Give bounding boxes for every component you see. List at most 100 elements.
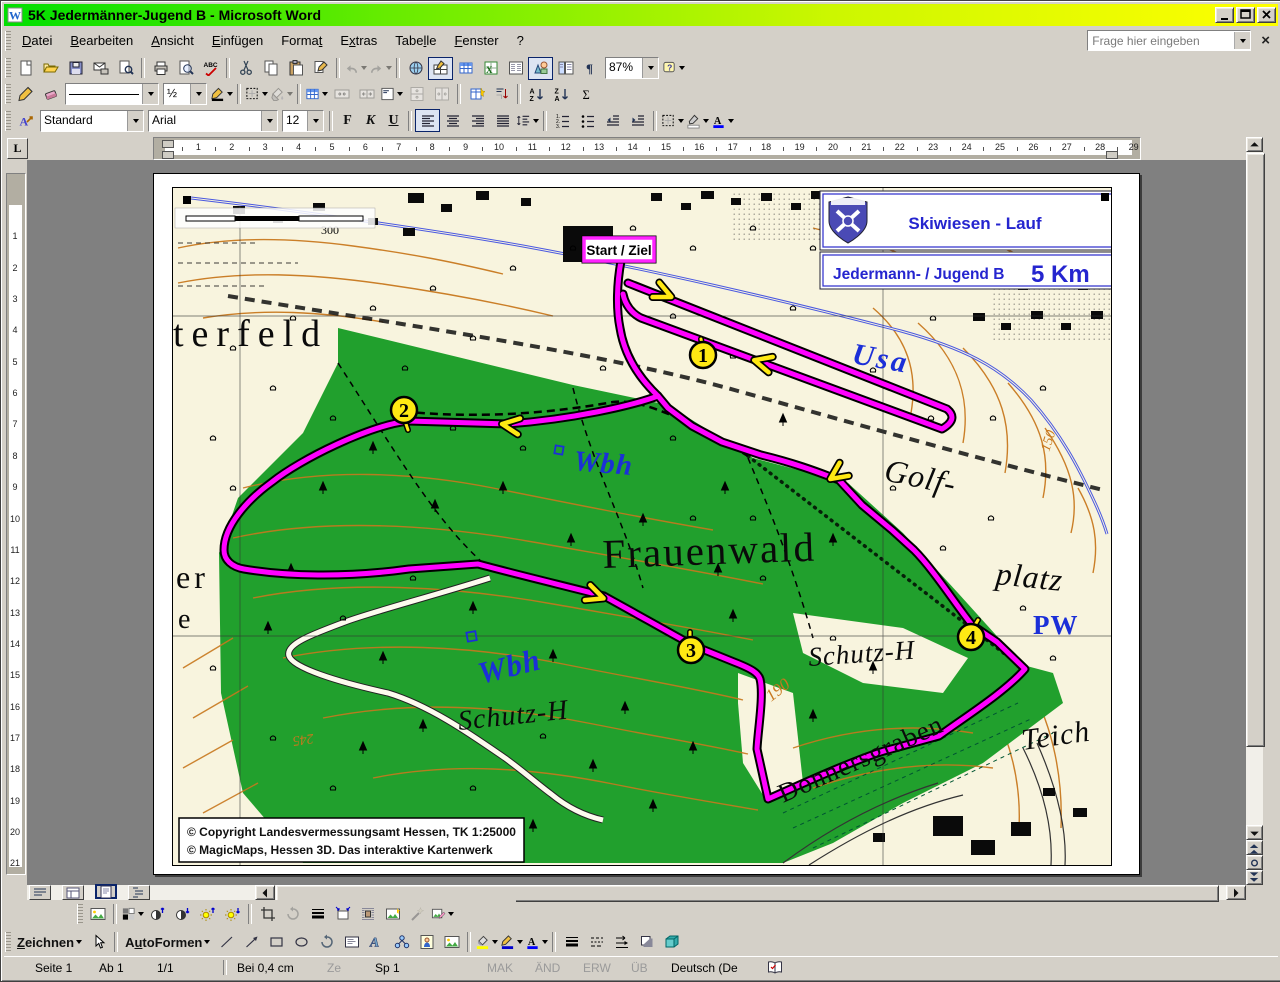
chevron-down-icon[interactable] [307, 111, 323, 131]
redo-button[interactable] [368, 57, 393, 80]
styles-and-formatting-button[interactable]: A [13, 109, 38, 132]
selection-handle[interactable] [1101, 193, 1109, 201]
status-deutschde[interactable]: Deutsch (De [666, 959, 762, 976]
vertical-scrollbar[interactable] [1246, 137, 1263, 885]
style[interactable]: Standard [40, 110, 144, 132]
new-document-button[interactable] [13, 57, 38, 80]
print-button[interactable] [148, 57, 173, 80]
select-browse-object-icon[interactable] [1246, 855, 1263, 870]
menu-format[interactable]: Format [272, 29, 331, 52]
horizontal-scroll-track[interactable] [275, 885, 1226, 900]
toolbar-grip[interactable] [77, 904, 83, 924]
increase-indent-button[interactable] [625, 109, 650, 132]
tables-and-borders-button[interactable] [428, 57, 453, 80]
line-button[interactable] [214, 931, 239, 954]
distribute-rows-button[interactable] [404, 83, 429, 106]
status-seite1[interactable]: Seite 1 [30, 959, 94, 976]
paste-button[interactable] [283, 57, 308, 80]
outline-view-button[interactable] [128, 885, 150, 900]
arrow-style-button[interactable] [609, 931, 634, 954]
status-mak[interactable]: MAK [482, 959, 530, 976]
insert-clip-art-button[interactable] [414, 931, 439, 954]
border-color-button[interactable] [209, 83, 234, 106]
font-color-button[interactable]: A [524, 931, 549, 954]
status-bei04cm[interactable]: Bei 0,4 cm [232, 959, 322, 976]
select-objects-button[interactable] [86, 931, 111, 954]
less-contrast-button[interactable] [170, 903, 195, 926]
scroll-left-icon[interactable] [255, 885, 275, 900]
toolbar-grip[interactable] [5, 111, 11, 131]
email-button[interactable] [88, 57, 113, 80]
cell-alignment-button[interactable] [379, 83, 404, 106]
status-änd[interactable]: ÄND [530, 959, 578, 976]
spelling-button[interactable]: ABC [198, 57, 223, 80]
close-icon[interactable]: × [1257, 32, 1274, 49]
toolbar-grip[interactable] [5, 84, 11, 104]
set-transparent-color-button[interactable] [405, 903, 430, 926]
numbering-button[interactable]: 1.2.3. [550, 109, 575, 132]
vertical-scroll-thumb[interactable] [1246, 153, 1265, 747]
decrease-indent-button[interactable] [600, 109, 625, 132]
status-ze[interactable]: Ze [322, 959, 370, 976]
italic-button[interactable]: K [359, 110, 382, 132]
toolbar-grip[interactable] [5, 58, 11, 78]
copy-button[interactable] [258, 57, 283, 80]
vertical-ruler[interactable]: 123456789101112131415161718192021 [6, 173, 26, 875]
chevron-down-icon[interactable] [190, 84, 206, 104]
image-control-button[interactable] [120, 903, 145, 926]
scroll-up-icon[interactable] [1246, 137, 1263, 152]
help-button[interactable]: ? [661, 57, 686, 80]
next-page-icon[interactable] [1246, 870, 1263, 885]
sort-descending-button[interactable]: ZA [549, 83, 574, 106]
zeichnen-menu-button[interactable]: Zeichnen [13, 931, 86, 953]
insert-hyperlink-button[interactable] [403, 57, 428, 80]
font-color-button[interactable]: A [710, 109, 735, 132]
cut-button[interactable] [233, 57, 258, 80]
vertical-scroll-track[interactable] [1246, 152, 1263, 825]
web-layout-view-button[interactable] [62, 885, 84, 900]
insert-excel-sheet-button[interactable]: X [478, 57, 503, 80]
menu-bearbeiten[interactable]: Bearbeiten [61, 29, 142, 52]
title-bar[interactable]: W 5K Jedermänner-Jugend B - Microsoft Wo… [4, 4, 1278, 26]
line-style-button[interactable] [559, 931, 584, 954]
status-ab1[interactable]: Ab 1 [94, 959, 152, 976]
minimize-button[interactable] [1215, 7, 1234, 23]
save-button[interactable] [63, 57, 88, 80]
text-wrapping-button[interactable] [355, 903, 380, 926]
hanging-indent-marker[interactable] [162, 151, 174, 159]
menu-tabelle[interactable]: Tabelle [386, 29, 445, 52]
autosum-button[interactable]: Σ [574, 83, 599, 106]
arrow-button[interactable] [239, 931, 264, 954]
menu-einfgen[interactable]: Einfügen [203, 29, 272, 52]
align-right-button[interactable] [465, 109, 490, 132]
rectangle-button[interactable] [264, 931, 289, 954]
sort-ascending-button[interactable]: AZ [524, 83, 549, 106]
outside-border-button[interactable] [660, 109, 685, 132]
underline-button[interactable]: U [382, 110, 405, 132]
zoom-level[interactable]: 87% [605, 57, 659, 79]
status-sp1[interactable]: Sp 1 [370, 959, 442, 976]
maximize-button[interactable] [1236, 7, 1255, 23]
menu-ansicht[interactable]: Ansicht [142, 29, 203, 52]
normal-view-button[interactable] [29, 885, 51, 900]
draw-table-button[interactable] [13, 83, 38, 106]
print-layout-view-button[interactable] [95, 884, 117, 899]
document-map-button[interactable] [553, 57, 578, 80]
less-brightness-button[interactable] [220, 903, 245, 926]
eraser-button[interactable] [38, 83, 63, 106]
line-spacing-button[interactable] [515, 109, 540, 132]
chevron-down-icon[interactable] [142, 84, 158, 104]
merge-cells-button[interactable] [329, 83, 354, 106]
more-contrast-button[interactable] [145, 903, 170, 926]
close-button[interactable] [1257, 7, 1276, 23]
show-paragraph-marks-button[interactable]: ¶ [578, 57, 603, 80]
autoformen-menu-button[interactable]: AutoFormen [121, 931, 214, 953]
line-color-button[interactable] [499, 931, 524, 954]
menu-?[interactable]: ? [508, 29, 533, 52]
outside-border-button[interactable] [244, 83, 269, 106]
print-preview-button[interactable] [173, 57, 198, 80]
insert-table-button[interactable] [304, 83, 329, 106]
scroll-down-icon[interactable] [1246, 825, 1263, 840]
selection-handle[interactable] [183, 196, 191, 204]
search-button[interactable] [113, 57, 138, 80]
